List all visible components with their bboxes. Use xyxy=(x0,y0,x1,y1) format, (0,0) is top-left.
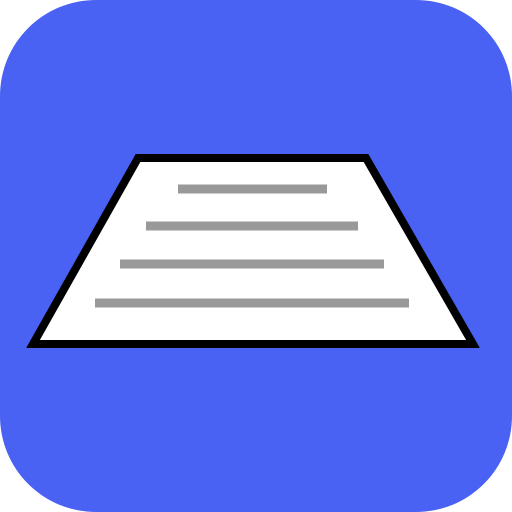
app-icon xyxy=(0,0,512,512)
document-perspective-icon xyxy=(0,0,512,512)
